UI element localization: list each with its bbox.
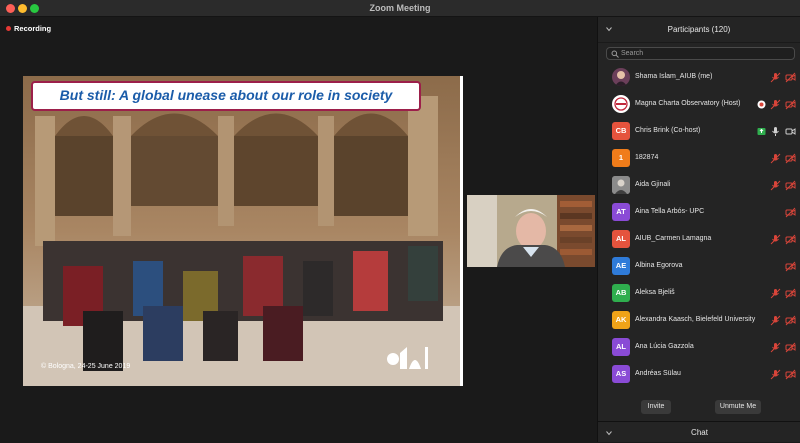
mic-muted-icon[interactable] — [770, 99, 781, 110]
video-off-icon[interactable] — [785, 234, 796, 245]
avatar — [612, 68, 630, 86]
participant-row[interactable]: AT Aina Tella Arbós- UPC — [598, 199, 800, 226]
meeting-stage: Recording But still: A global unease abo… — [0, 17, 597, 442]
participant-name: Aina Tella Arbós- UPC — [635, 208, 705, 215]
video-icon[interactable] — [785, 126, 796, 137]
participants-search-input[interactable]: Search — [606, 47, 795, 60]
mic-muted-icon[interactable] — [770, 369, 781, 380]
participant-list: Shama Islam_AIUB (me) Magna Charta Obser… — [598, 64, 800, 388]
window-title: Zoom Meeting — [369, 3, 431, 13]
unmute-me-button[interactable]: Unmute Me — [715, 400, 761, 414]
avatar: AS — [612, 365, 630, 383]
invite-button[interactable]: Invite — [641, 400, 671, 414]
chevron-down-icon[interactable] — [606, 26, 612, 32]
shared-screen-slide: But still: A global unease about our rol… — [23, 76, 463, 386]
avatar — [612, 95, 630, 113]
mic-muted-icon[interactable] — [770, 342, 781, 353]
avatar: AL — [612, 230, 630, 248]
avatar: CB — [612, 122, 630, 140]
mic-muted-icon[interactable] — [770, 180, 781, 191]
participant-row[interactable]: AL AIUB_Carmen Lamagna — [598, 226, 800, 253]
screen-share-icon — [757, 128, 766, 135]
avatar: AL — [612, 338, 630, 356]
mic-muted-icon[interactable] — [770, 288, 781, 299]
participant-row[interactable]: AK Alexandra Kaasch, Bielefeld Universit… — [598, 307, 800, 334]
search-placeholder: Search — [621, 50, 644, 57]
participant-row[interactable]: 1 182874 — [598, 145, 800, 172]
participants-header: Participants (120) — [598, 17, 800, 43]
video-off-icon[interactable] — [785, 180, 796, 191]
recording-status-icon — [757, 100, 766, 109]
avatar: AT — [612, 203, 630, 221]
mic-muted-icon[interactable] — [770, 153, 781, 164]
participant-row[interactable]: Aida Gjinali — [598, 172, 800, 199]
mic-muted-icon[interactable] — [770, 234, 781, 245]
video-off-icon[interactable] — [785, 72, 796, 83]
participant-row[interactable]: CB Chris Brink (Co-host) — [598, 118, 800, 145]
participant-name: Andréas Sülau — [635, 370, 681, 377]
chevron-down-icon[interactable] — [606, 430, 612, 436]
avatar: AE — [612, 257, 630, 275]
video-off-icon[interactable] — [785, 261, 796, 272]
recording-dot-icon — [6, 26, 11, 31]
mic-muted-icon[interactable] — [770, 315, 781, 326]
participant-name: Shama Islam_AIUB (me) — [635, 73, 713, 80]
participant-name: Chris Brink (Co-host) — [635, 127, 701, 134]
chat-section-header[interactable]: Chat — [598, 421, 800, 442]
avatar — [612, 176, 630, 194]
participants-title: Participants (120) — [667, 25, 731, 34]
participant-name: Aleksa Bjeliš — [635, 289, 675, 296]
chat-label: Chat — [691, 428, 708, 437]
participants-panel: Participants (120) Search Shama Islam_AI… — [597, 17, 800, 442]
avatar: AK — [612, 311, 630, 329]
group-photo — [23, 76, 460, 386]
participant-name: Albina Egorova — [635, 262, 683, 269]
participant-row[interactable]: Magna Charta Observatory (Host) — [598, 91, 800, 118]
speaker-video-thumbnail[interactable] — [467, 195, 595, 267]
video-off-icon[interactable] — [785, 153, 796, 164]
participant-name: AIUB_Carmen Lamagna — [635, 235, 712, 242]
participant-name: Alexandra Kaasch, Bielefeld University — [635, 316, 756, 323]
video-off-icon[interactable] — [785, 369, 796, 380]
participant-row[interactable]: AB Aleksa Bjeliš — [598, 280, 800, 307]
search-icon — [611, 50, 619, 58]
recording-label: Recording — [14, 24, 52, 33]
avatar: AB — [612, 284, 630, 302]
bologna-logo-icon — [387, 347, 428, 369]
speaker-video-feed — [467, 195, 595, 267]
participant-row[interactable]: AL Ana Lúcia Gazzola — [598, 334, 800, 361]
video-off-icon[interactable] — [785, 99, 796, 110]
video-off-icon[interactable] — [785, 315, 796, 326]
participant-name: 182874 — [635, 154, 659, 161]
participant-name: Aida Gjinali — [635, 181, 671, 188]
participant-name: Magna Charta Observatory (Host) — [635, 100, 741, 107]
slide-photo-caption: © Bologna, 24-25 June 2019 — [41, 363, 131, 370]
participant-row[interactable]: AS Andréas Sülau — [598, 361, 800, 388]
video-off-icon[interactable] — [785, 207, 796, 218]
participant-row[interactable]: Shama Islam_AIUB (me) — [598, 64, 800, 91]
video-off-icon[interactable] — [785, 288, 796, 299]
window-titlebar: Zoom Meeting — [0, 0, 800, 17]
mic-muted-icon[interactable] — [770, 72, 781, 83]
video-off-icon[interactable] — [785, 342, 796, 353]
recording-indicator[interactable]: Recording — [6, 24, 51, 33]
participant-name: Ana Lúcia Gazzola — [635, 343, 694, 350]
slide-title-banner: But still: A global unease about our rol… — [31, 81, 421, 111]
participant-row[interactable]: AE Albina Egorova — [598, 253, 800, 280]
mic-icon[interactable] — [770, 126, 781, 137]
avatar: 1 — [612, 149, 630, 167]
